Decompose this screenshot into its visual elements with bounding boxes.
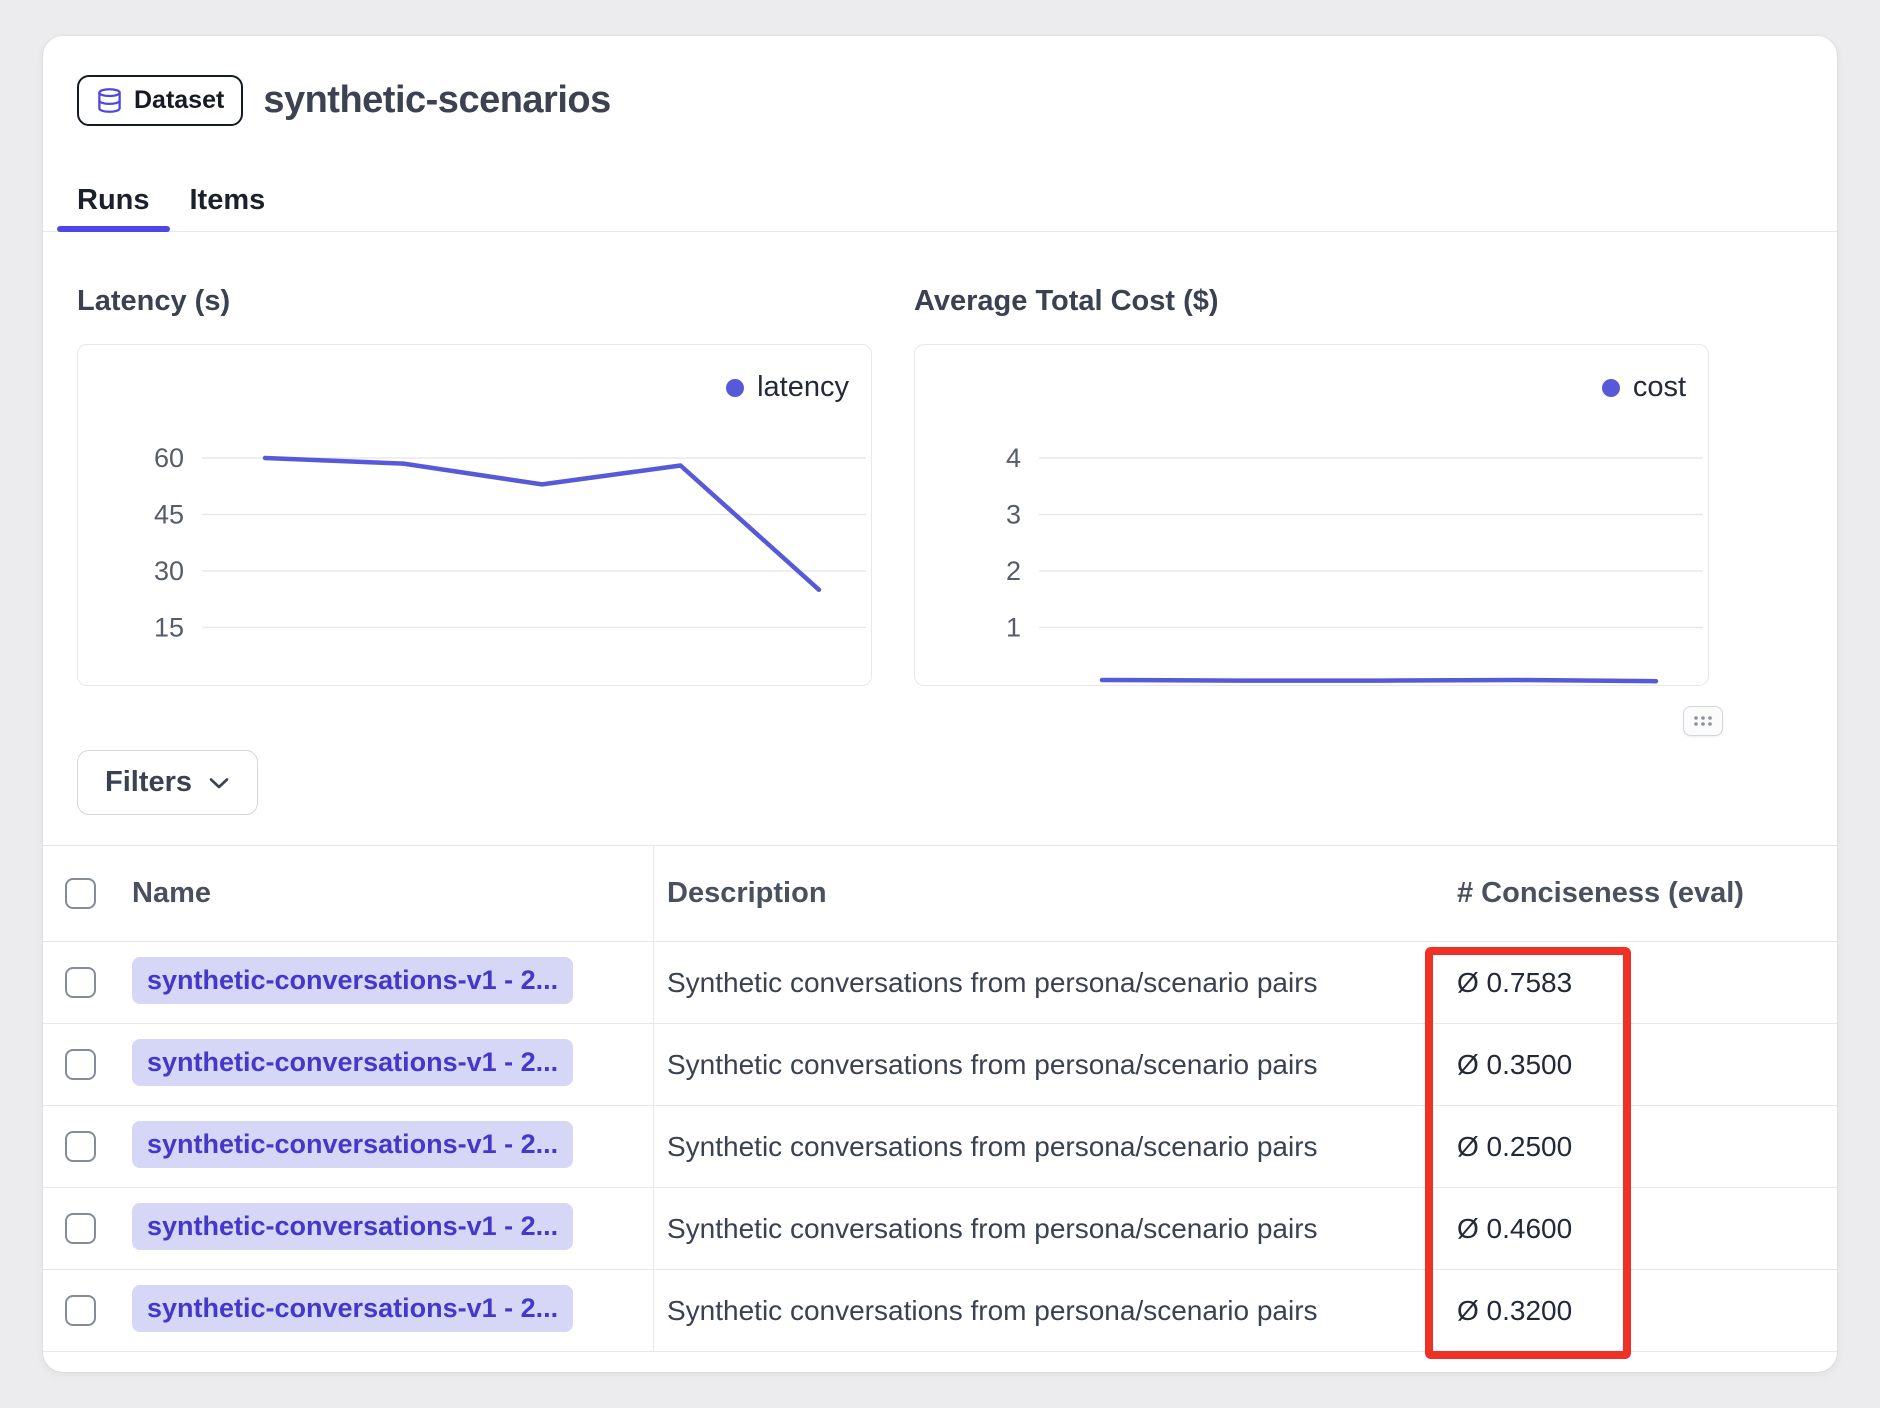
latency-chart-title: Latency (s) xyxy=(77,284,872,318)
run-name-pill[interactable]: synthetic-conversations-v1 - 2... xyxy=(132,1121,573,1168)
conciseness-value: Ø 0.7583 xyxy=(1457,967,1572,998)
dataset-card: Dataset synthetic-scenarios Runs Items L… xyxy=(43,36,1837,1372)
table-row: synthetic-conversations-v1 - 2... Synthe… xyxy=(43,1270,1837,1352)
run-description: Synthetic conversations from persona/sce… xyxy=(667,1049,1318,1081)
legend-dot xyxy=(726,379,744,397)
run-name-pill[interactable]: synthetic-conversations-v1 - 2... xyxy=(132,1039,573,1086)
conciseness-value: Ø 0.3500 xyxy=(1457,1049,1572,1080)
run-description: Synthetic conversations from persona/sce… xyxy=(667,1295,1318,1327)
cost-chart-plot: 1 2 3 4 xyxy=(915,345,1707,684)
cost-legend[interactable]: cost xyxy=(1602,371,1686,404)
svg-text:1: 1 xyxy=(1006,613,1021,643)
table-row: synthetic-conversations-v1 - 2... Synthe… xyxy=(43,1188,1837,1270)
tab-runs[interactable]: Runs xyxy=(57,184,170,231)
latency-legend[interactable]: latency xyxy=(726,371,849,404)
charts-section: Latency (s) 15 30 45 60 latency Average Tot… xyxy=(77,284,1803,686)
cost-chart: Average Total Cost ($) 1 2 3 4 cost xyxy=(914,284,1709,686)
dataset-badge: Dataset xyxy=(77,75,243,126)
table-body: synthetic-conversations-v1 - 2... Synthe… xyxy=(43,942,1837,1352)
svg-text:60: 60 xyxy=(154,443,184,473)
tab-bar: Runs Items xyxy=(43,184,1837,232)
latency-chart: Latency (s) 15 30 45 60 latency xyxy=(77,284,872,686)
page-background: { "header": { "badge_label": "Dataset", … xyxy=(0,0,1880,1408)
legend-label: latency xyxy=(757,371,849,404)
latency-chart-panel: 15 30 45 60 latency xyxy=(77,344,872,686)
svg-text:45: 45 xyxy=(154,500,184,530)
table-row: synthetic-conversations-v1 - 2... Synthe… xyxy=(43,942,1837,1024)
table-row: synthetic-conversations-v1 - 2... Synthe… xyxy=(43,1024,1837,1106)
tab-items[interactable]: Items xyxy=(170,184,286,231)
page-header: Dataset synthetic-scenarios xyxy=(77,72,1803,128)
table-header-row: Name Description # Conciseness (eval) xyxy=(43,846,1837,942)
chevron-down-icon xyxy=(208,776,230,790)
run-description: Synthetic conversations from persona/sce… xyxy=(667,1131,1318,1163)
page-title: synthetic-scenarios xyxy=(263,79,610,122)
filters-button-label: Filters xyxy=(105,766,192,799)
svg-text:3: 3 xyxy=(1006,500,1021,530)
filters-button[interactable]: Filters xyxy=(77,750,258,815)
run-name-pill[interactable]: synthetic-conversations-v1 - 2... xyxy=(132,1203,573,1250)
run-description: Synthetic conversations from persona/sce… xyxy=(667,967,1318,999)
column-header-conciseness: # Conciseness (eval) xyxy=(1457,877,1837,910)
database-icon xyxy=(96,87,123,114)
select-all-checkbox[interactable] xyxy=(65,878,96,909)
column-header-description: Description xyxy=(653,846,1457,941)
row-checkbox[interactable] xyxy=(65,1049,96,1080)
legend-dot xyxy=(1602,379,1620,397)
run-name-pill[interactable]: synthetic-conversations-v1 - 2... xyxy=(132,1285,573,1332)
svg-text:30: 30 xyxy=(154,556,184,586)
runs-table: Name Description # Conciseness (eval) sy… xyxy=(43,845,1837,1352)
run-name-pill[interactable]: synthetic-conversations-v1 - 2... xyxy=(132,957,573,1004)
svg-text:2: 2 xyxy=(1006,556,1021,586)
conciseness-value: Ø 0.3200 xyxy=(1457,1295,1572,1326)
cost-chart-panel: 1 2 3 4 cost xyxy=(914,344,1709,686)
svg-text:15: 15 xyxy=(154,613,184,643)
column-header-name: Name xyxy=(132,877,653,910)
filters-row: Filters xyxy=(77,750,1803,815)
row-checkbox[interactable] xyxy=(65,1131,96,1162)
row-checkbox[interactable] xyxy=(65,1295,96,1326)
table-row: synthetic-conversations-v1 - 2... Synthe… xyxy=(43,1106,1837,1188)
row-checkbox[interactable] xyxy=(65,1213,96,1244)
dataset-badge-label: Dataset xyxy=(134,86,224,115)
conciseness-value: Ø 0.4600 xyxy=(1457,1213,1572,1244)
row-checkbox[interactable] xyxy=(65,967,96,998)
legend-label: cost xyxy=(1633,371,1686,404)
run-description: Synthetic conversations from persona/sce… xyxy=(667,1213,1318,1245)
conciseness-value: Ø 0.2500 xyxy=(1457,1131,1572,1162)
svg-text:4: 4 xyxy=(1006,443,1021,473)
resize-grip-icon[interactable] xyxy=(1683,706,1723,736)
cost-chart-title: Average Total Cost ($) xyxy=(914,284,1709,318)
